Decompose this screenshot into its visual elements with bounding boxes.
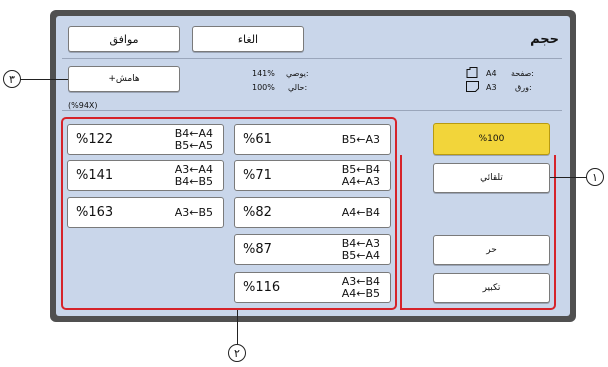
- page-title: حجم: [530, 32, 559, 47]
- callout-one: ١: [586, 168, 604, 186]
- callout-two: ٢: [228, 344, 246, 362]
- current-value: 100%: [252, 83, 275, 92]
- page-orientation-icon: [466, 67, 478, 78]
- divider: [62, 58, 562, 59]
- callout-three: ٣: [3, 70, 21, 88]
- divider: [62, 110, 562, 111]
- preset-ratio-highlight-extension: [400, 155, 556, 310]
- paper-value: A3: [486, 83, 497, 92]
- paper-label: ورق:: [515, 83, 532, 92]
- callout-leader: [20, 79, 68, 80]
- cancel-button[interactable]: الغاء: [192, 26, 304, 52]
- ok-button[interactable]: موافق: [68, 26, 180, 52]
- margin-note: (%94X): [68, 101, 98, 110]
- highlight-edge: [400, 155, 402, 310]
- full-size-button[interactable]: %100: [433, 123, 550, 155]
- preset-ratio-highlight: [61, 117, 397, 310]
- paper-orientation-icon: [466, 81, 479, 92]
- callout-leader: [237, 310, 238, 345]
- recommended-label: يوصي:: [286, 69, 309, 78]
- margin-button[interactable]: +هامش: [68, 66, 180, 92]
- callout-leader: [550, 177, 587, 178]
- page-value: A4: [486, 69, 497, 78]
- recommended-value: 141%: [252, 69, 275, 78]
- page-label: صفحة:: [511, 69, 534, 78]
- current-label: حالي:: [288, 83, 308, 92]
